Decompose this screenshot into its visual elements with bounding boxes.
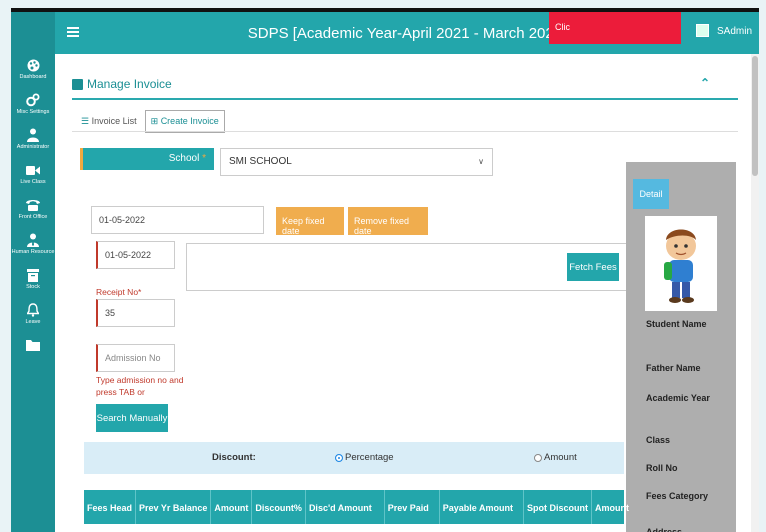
- sidebar-item-administrator[interactable]: Administrator: [11, 128, 55, 151]
- discount-amount-radio[interactable]: Amount: [534, 452, 577, 463]
- plus-square-icon: ⊞: [150, 116, 159, 126]
- column-header: Fees Head: [84, 490, 137, 524]
- sidebar-item-label: Stock: [26, 284, 40, 290]
- radio-unselected-icon: [534, 453, 542, 462]
- radio-label: Percentage: [345, 452, 394, 463]
- folder-icon: [26, 338, 40, 352]
- top-header: SDPS [Academic Year-April 2021 - March 2…: [55, 12, 759, 54]
- scrollbar-thumb[interactable]: [752, 56, 758, 176]
- required-asterisk: *: [202, 153, 206, 164]
- remove-fixed-date-button[interactable]: Remove fixed date: [348, 207, 428, 236]
- app-frame: Dashboard Misc Settings Administrator Li…: [11, 12, 759, 532]
- palette-icon: [26, 58, 40, 72]
- fees-fetch-area: Fetch Fees: [186, 243, 627, 291]
- collapse-icon[interactable]: ⌃: [700, 76, 710, 90]
- radio-selected-icon: [335, 453, 343, 462]
- detail-fees-category: Fees Category: [646, 491, 709, 501]
- keep-fixed-date-button[interactable]: Keep fixed date: [276, 207, 344, 236]
- sidebar-item-live-class[interactable]: Live Class: [11, 163, 55, 186]
- student-detail-panel: Detail Student Name Father Name Academic: [626, 162, 736, 532]
- admission-no-input[interactable]: Admission No: [96, 344, 175, 372]
- radio-label: Amount: [544, 452, 577, 463]
- user-tie-icon: [26, 233, 40, 247]
- archive-icon: [26, 268, 40, 282]
- school-select-value: SMI SCHOOL: [229, 156, 292, 167]
- detail-student-name: Student Name: [646, 319, 707, 329]
- sidebar-item-human-resource[interactable]: Human Resource: [11, 233, 55, 256]
- discount-bar: Discount: Percentage Amount: [84, 442, 624, 474]
- sidebar-item-label: Live Class: [20, 179, 46, 185]
- invoice-date-input[interactable]: 01-05-2022: [96, 241, 175, 269]
- gears-icon: [26, 93, 40, 107]
- fees-table-body: [84, 524, 624, 532]
- calculator-icon: [72, 78, 83, 90]
- school-label-text: School: [168, 153, 200, 164]
- sidebar-item-label: Misc Settings: [16, 109, 50, 115]
- tab-create-invoice[interactable]: ⊞ Create Invoice: [144, 110, 225, 133]
- column-header: Discount%: [252, 490, 306, 524]
- fees-table-header: Fees Head Prev Yr Balance Amount Discoun…: [84, 490, 629, 524]
- detail-class: Class: [646, 435, 671, 445]
- sidebar-item-label: Front Office: [18, 214, 48, 220]
- detail-button[interactable]: Detail: [633, 179, 669, 209]
- sidebar-item-label: Leave: [25, 319, 41, 325]
- date-input[interactable]: 01-05-2022: [91, 206, 264, 234]
- school-select[interactable]: SMI SCHOOL ∨: [220, 148, 493, 176]
- panel-title: Manage Invoice: [87, 77, 172, 91]
- admission-hint: Type admission no and press TAB or: [96, 375, 184, 397]
- column-header: Payable Amount: [440, 490, 524, 524]
- search-manually-button[interactable]: Search Manually: [96, 404, 168, 432]
- sidebar-item-label: Administrator: [16, 144, 50, 150]
- bell-icon: [26, 303, 40, 317]
- detail-address: Address: [646, 527, 683, 532]
- vertical-scrollbar[interactable]: [751, 54, 759, 532]
- list-icon: ☰: [81, 116, 90, 126]
- header-search-field[interactable]: Clic: [549, 12, 681, 44]
- tab-label: Create Invoice: [160, 116, 219, 126]
- detail-roll-no: Roll No: [646, 463, 678, 473]
- sidebar-item-label: Human Resource: [11, 249, 55, 255]
- column-header: Amount: [211, 490, 253, 524]
- student-photo: [645, 216, 717, 311]
- heading-divider: [72, 98, 738, 100]
- sidebar-item-leave[interactable]: Leave: [11, 303, 55, 326]
- user-name[interactable]: SAdmin: [717, 26, 752, 37]
- discount-label: Discount:: [212, 452, 256, 463]
- sidebar-item-label: Dashboard: [19, 74, 47, 80]
- panel-heading: Manage Invoice: [72, 77, 172, 91]
- user-avatar[interactable]: [696, 24, 709, 37]
- detail-father-name: Father Name: [646, 363, 701, 373]
- school-label: School *: [80, 148, 214, 170]
- column-header: Amount: [594, 503, 629, 513]
- user-icon: [26, 128, 40, 142]
- receipt-no-input[interactable]: 35: [96, 299, 175, 327]
- column-header: Spot Discount: [524, 490, 592, 524]
- chevron-down-icon: ∨: [478, 157, 484, 166]
- column-header: Prev Paid: [385, 490, 440, 524]
- column-header: Prev Yr Balance: [136, 490, 212, 524]
- main-content: Manage Invoice ⌃ ☰ Invoice List ⊞ Create…: [55, 54, 751, 532]
- sidebar-item-front-office[interactable]: Front Office: [11, 198, 55, 221]
- sidebar-item-dashboard[interactable]: Dashboard: [11, 58, 55, 81]
- column-header: Disc'd Amount: [306, 490, 385, 524]
- fetch-fees-button[interactable]: Fetch Fees: [567, 253, 619, 281]
- discount-percentage-radio[interactable]: Percentage: [335, 452, 394, 463]
- sidebar-item-folder[interactable]: [11, 338, 55, 354]
- receipt-label: Receipt No*: [96, 287, 142, 297]
- phone-icon: [26, 198, 40, 212]
- detail-academic-year: Academic Year: [646, 393, 710, 403]
- sidebar: Dashboard Misc Settings Administrator Li…: [11, 12, 55, 532]
- tab-label: Invoice List: [91, 116, 137, 126]
- video-camera-icon: [26, 163, 40, 177]
- sidebar-item-stock[interactable]: Stock: [11, 268, 55, 291]
- invoice-tabs: ☰ Invoice List ⊞ Create Invoice: [75, 110, 225, 133]
- tab-invoice-list[interactable]: ☰ Invoice List: [75, 110, 143, 133]
- sidebar-item-misc-settings[interactable]: Misc Settings: [11, 93, 55, 116]
- tabs-divider: [72, 131, 738, 132]
